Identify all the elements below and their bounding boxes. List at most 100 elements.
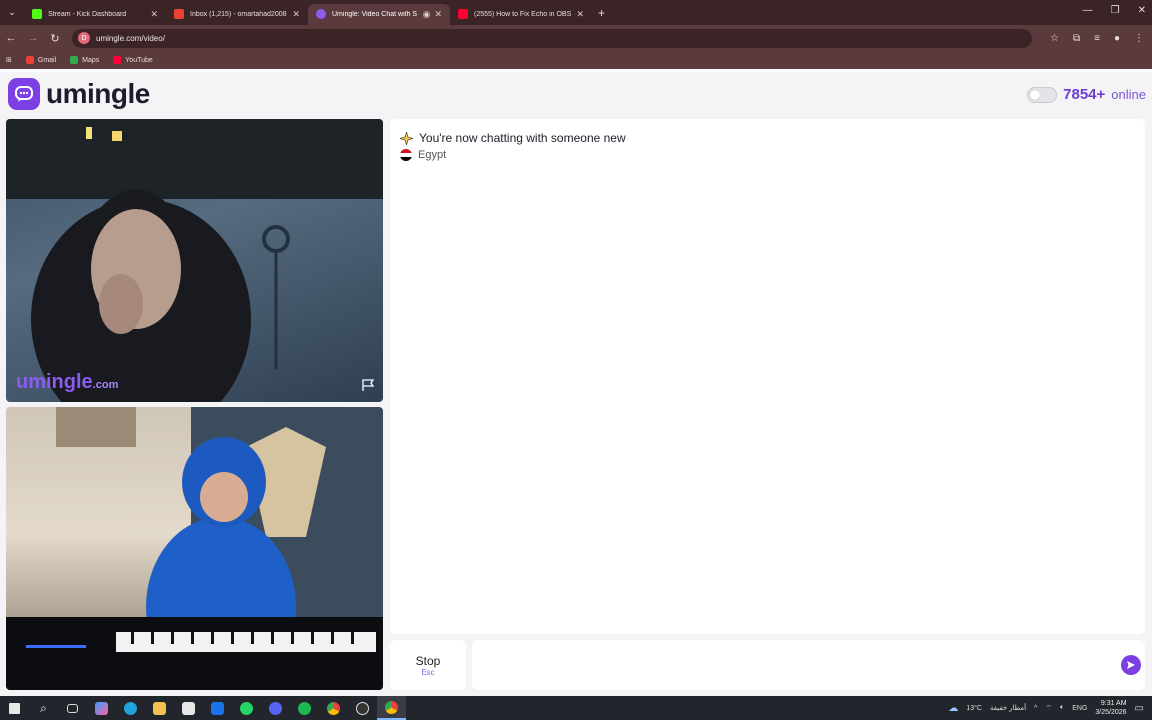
mute-tab-icon[interactable]: ◉ (423, 9, 431, 20)
kick-favicon-icon (32, 9, 42, 19)
volume-icon[interactable]: 🔈︎ (1060, 704, 1064, 712)
start-icon[interactable] (0, 696, 29, 720)
weather-text: أمطار خفيفة (989, 705, 1027, 712)
online-indicator: 7854+ online (1027, 86, 1146, 103)
whatsapp-icon[interactable] (232, 696, 261, 720)
bookmark-gmail[interactable]: Gmail (25, 56, 57, 64)
browser-tab-bar: ⌄ Stream - Kick Dashboard ✕ Inbox (1,215… (0, 0, 1152, 25)
outlook-icon[interactable] (203, 696, 232, 720)
url-text: umingle.com/video/ (96, 33, 165, 43)
menu-icon[interactable]: ⋮ (1134, 33, 1144, 44)
url-field[interactable]: D umingle.com/video/ (72, 28, 1032, 48)
chat-status-row: You're now chatting with someone new (400, 131, 626, 145)
bookmarks-bar: ⊞ Gmail Maps YouTube (0, 51, 1152, 69)
close-tab-icon[interactable]: ✕ (150, 9, 158, 20)
sparkle-icon (400, 131, 413, 145)
bookmark-label: Gmail (37, 56, 57, 64)
profile-avatar-icon[interactable]: ● (1114, 33, 1120, 44)
self-video-frame (6, 407, 383, 690)
bookmark-maps[interactable]: Maps (70, 56, 99, 64)
tab-title: Umingle: Video Chat with S (332, 10, 418, 18)
new-tab-button[interactable]: + (598, 6, 605, 20)
network-icon[interactable]: ⌔ (1045, 704, 1052, 713)
system-tray: ☁ 13°C أمطار خفيفة ^ ⌔ 🔈︎ ENG 9:31 AM 3/… (948, 699, 1152, 717)
tab-gmail[interactable]: Inbox (1,215) - omartahad2008 ✕ (166, 4, 308, 25)
extensions-icon[interactable]: ⧉ (1073, 33, 1080, 44)
clock[interactable]: 9:31 AM 3/25/2026 (1095, 699, 1126, 717)
bookmark-star-icon[interactable]: ☆ (1050, 33, 1059, 44)
chrome-icon[interactable] (319, 696, 348, 720)
chat-panel: You're now chatting with someone new Egy… (390, 119, 1145, 634)
tab-youtube[interactable]: (2555) How to Fix Echo in OBS ✕ (450, 4, 592, 25)
toolbar-icons: ☆ ⧉ ≡ ● ⋮ (1050, 33, 1144, 44)
umingle-favicon-icon (316, 9, 326, 19)
obs-icon[interactable] (348, 696, 377, 720)
youtube-favicon-icon (458, 9, 468, 19)
gmail-icon (25, 56, 34, 64)
weather-temp: 13°C (966, 704, 982, 712)
tab-title: Inbox (1,215) - omartahad2008 (190, 10, 287, 18)
close-tab-icon[interactable]: ✕ (434, 9, 442, 20)
online-label: online (1111, 87, 1146, 102)
site-info-icon[interactable]: D (78, 32, 90, 44)
windows-taskbar: ⌕ ☁ 13°C أمطار خفيفة ^ ⌔ 🔈︎ ENG 9:31 AM … (0, 696, 1152, 720)
maps-icon (70, 56, 79, 64)
clock-time: 9:31 AM (1100, 700, 1127, 707)
egypt-flag-icon (400, 149, 412, 161)
weather-cloud-icon[interactable]: ☁ (948, 703, 958, 714)
youtube-icon (113, 56, 122, 64)
umingle-page: umingle 7854+ online umingle.com You're … (0, 72, 1152, 696)
send-button[interactable] (1121, 655, 1141, 675)
apps-grid-icon[interactable]: ⊞ (6, 56, 12, 64)
umingle-watermark: umingle.com (16, 371, 118, 394)
language[interactable]: ENG (1072, 705, 1087, 712)
tray-chevron-icon[interactable]: ^ (1034, 705, 1037, 712)
bookmark-label: YouTube (125, 56, 153, 64)
logo-text: umingle (46, 78, 150, 109)
task-view-icon[interactable] (58, 696, 87, 720)
bookmark-youtube[interactable]: YouTube (113, 56, 153, 64)
tab-title: (2555) How to Fix Echo in OBS (474, 10, 572, 18)
edge-icon[interactable] (116, 696, 145, 720)
tab-kick[interactable]: Stream - Kick Dashboard ✕ (24, 4, 166, 25)
spotify-icon[interactable] (290, 696, 319, 720)
copilot-icon[interactable] (87, 696, 116, 720)
store-icon[interactable] (174, 696, 203, 720)
close-window-icon[interactable]: ✕ (1138, 5, 1146, 16)
tab-umingle[interactable]: Umingle: Video Chat with S ◉ ✕ (308, 3, 450, 25)
chrome-active-icon[interactable] (377, 696, 406, 720)
report-flag-icon[interactable] (361, 378, 375, 392)
chat-status-text: You're now chatting with someone new (419, 131, 626, 145)
stop-button[interactable]: Stop Esc (390, 640, 466, 690)
back-icon[interactable]: ← (0, 32, 22, 44)
notifications-icon[interactable]: ▭ (1135, 703, 1144, 714)
media-icon[interactable]: ≡ (1094, 33, 1100, 44)
stop-shortcut: Esc (421, 667, 435, 677)
clock-date: 3/25/2026 (1095, 709, 1127, 716)
country-name: Egypt (418, 149, 447, 161)
watermark-domain: .com (92, 379, 119, 391)
umingle-logo[interactable]: umingle (8, 78, 150, 110)
discord-icon[interactable] (261, 696, 290, 720)
chat-controls: Stop Esc (390, 640, 1145, 690)
reload-icon[interactable]: ↻ (44, 32, 66, 45)
gmail-favicon-icon (174, 9, 184, 19)
tab-title: Stream - Kick Dashboard (48, 10, 127, 18)
tab-search-chevron-icon[interactable]: ⌄ (0, 7, 24, 18)
window-controls: — ❐ ✕ (1083, 5, 1146, 16)
message-input[interactable] (472, 640, 1145, 690)
file-explorer-icon[interactable] (145, 696, 174, 720)
stop-label: Stop (415, 653, 441, 668)
maximize-icon[interactable]: ❐ (1111, 5, 1120, 16)
minimize-icon[interactable]: — (1083, 5, 1093, 16)
search-icon[interactable]: ⌕ (29, 696, 58, 720)
forward-icon[interactable]: → (22, 32, 44, 44)
stranger-video-frame (6, 119, 383, 402)
close-tab-icon[interactable]: ✕ (292, 9, 300, 20)
address-bar-row: ← → ↻ D umingle.com/video/ ☆ ⧉ ≡ ● ⋮ (0, 25, 1152, 51)
self-video (6, 407, 383, 690)
theme-toggle[interactable] (1027, 86, 1058, 103)
stranger-video: umingle.com (6, 119, 383, 402)
watermark-main: umingle (16, 371, 93, 393)
close-tab-icon[interactable]: ✕ (576, 9, 584, 20)
